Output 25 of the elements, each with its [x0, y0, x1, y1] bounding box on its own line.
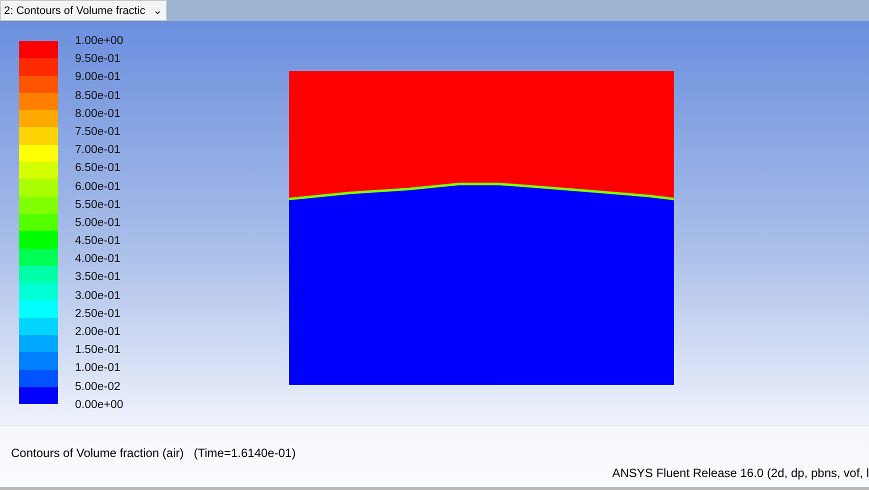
scale-label: 5.00e-01 [75, 216, 122, 231]
release-info: ANSYS Fluent Release 16.0 (2d, dp, pbns, vof, l [612, 466, 869, 480]
scale-label: 3.50e-01 [75, 270, 122, 286]
scale-label: 5.00e-02 [75, 380, 122, 395]
scale-label: 6.50e-01 [75, 161, 122, 176]
scale-label: 2.00e-01 [75, 325, 122, 340]
scale-label: 8.50e-01 [75, 88, 122, 104]
scale-label: 7.50e-01 [75, 124, 122, 140]
caret-icon: ⌄ [153, 4, 162, 17]
scale-label: 9.50e-01 [75, 52, 122, 68]
scale-label: 9.00e-01 [75, 70, 122, 86]
plot-title: Contours of Volume fraction (air) (Time=1.6140e-01) [11, 446, 297, 460]
scale-label: 5.50e-01 [75, 198, 122, 213]
scale-label: 4.50e-01 [75, 234, 122, 250]
scale-label: 0.00e+00 [75, 398, 124, 413]
scale-label: 6.00e-01 [75, 180, 122, 194]
scale-label: 3.00e-01 [75, 288, 122, 304]
view-dropdown[interactable]: 2: Contours of Volume fractic ⌄ [0, 0, 167, 21]
scale-label: 1.00e+00 [75, 34, 124, 49]
scale-label: 1.50e-01 [75, 343, 122, 358]
scale-label: 8.00e-01 [75, 106, 122, 122]
scale-label: 7.00e-01 [75, 143, 122, 158]
scale-label: 4.00e-01 [75, 252, 122, 268]
scale-label: 1.00e-01 [75, 361, 122, 376]
scale-label: 2.50e-01 [75, 306, 122, 322]
